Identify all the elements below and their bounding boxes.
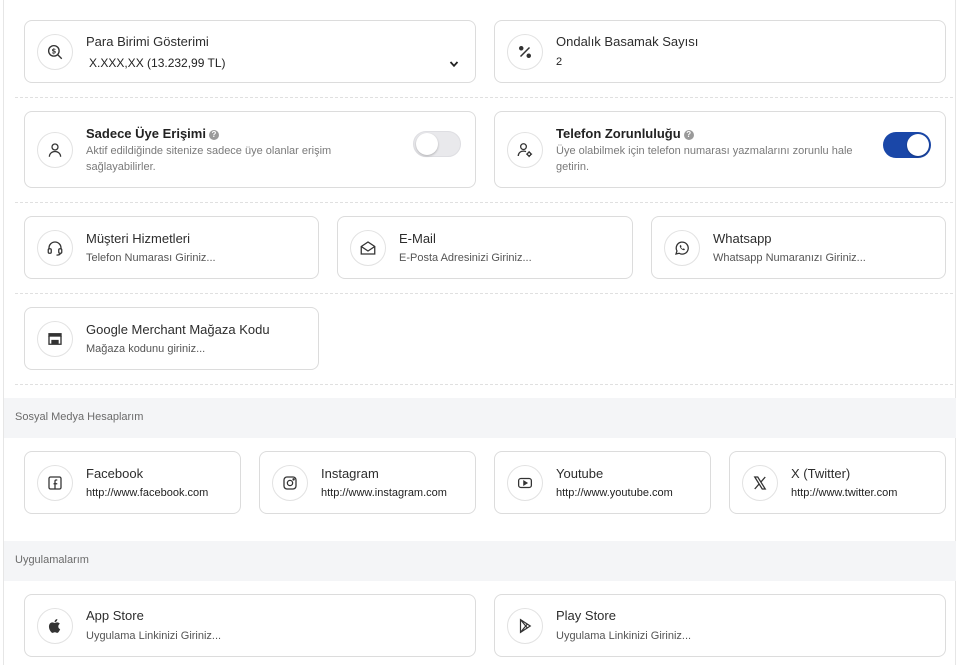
help-icon[interactable]: ? bbox=[208, 130, 219, 140]
phone-required-card: Telefon Zorunluluğu? Üye olabilmek için … bbox=[494, 111, 946, 188]
facebook-title: Facebook bbox=[86, 466, 144, 481]
mail-open-icon bbox=[350, 229, 386, 266]
phone-required-description: Üye olabilmek için telefon numarası yazm… bbox=[556, 145, 853, 173]
customer-service-field[interactable]: Müşteri Hizmetleri Telefon Numarası Giri… bbox=[24, 216, 319, 279]
social-section-header: Sosyal Medya Hesaplarım bbox=[4, 398, 956, 438]
currency-format-select[interactable]: $ Para Birimi Gösterimi X.XXX,XX (13.232… bbox=[24, 20, 476, 83]
member-access-toggle[interactable] bbox=[413, 131, 461, 157]
help-icon[interactable]: ? bbox=[683, 130, 694, 140]
svg-text:$: $ bbox=[52, 47, 57, 55]
x-twitter-icon bbox=[742, 464, 778, 501]
toggle-knob bbox=[907, 134, 929, 156]
currency-title: Para Birimi Gösterimi bbox=[86, 34, 209, 49]
member-access-description: Aktif edildiğinde sitenize sadece üye ol… bbox=[86, 145, 332, 173]
headset-icon bbox=[37, 229, 73, 266]
member-access-title: Sadece Üye Erişimi? bbox=[86, 126, 219, 141]
decimal-value[interactable]: 2 bbox=[556, 56, 562, 68]
currency-value: X.XXX,XX (13.232,99 TL) bbox=[89, 56, 226, 70]
google-merchant-field[interactable]: Google Merchant Mağaza Kodu Mağaza kodun… bbox=[24, 307, 319, 370]
facebook-field[interactable]: Facebook http://www.facebook.com bbox=[24, 451, 241, 514]
decimal-places-field[interactable]: Ondalık Basamak Sayısı 2 bbox=[494, 20, 946, 83]
member-access-card: Sadece Üye Erişimi? Aktif edildiğinde si… bbox=[24, 111, 476, 188]
app-store-input[interactable]: Uygulama Linkinizi Giriniz... bbox=[86, 630, 221, 642]
customer-service-input[interactable]: Telefon Numarası Giriniz... bbox=[86, 252, 216, 264]
twitter-title: X (Twitter) bbox=[791, 466, 851, 481]
app-store-title: App Store bbox=[86, 608, 144, 623]
twitter-field[interactable]: X (Twitter) http://www.twitter.com bbox=[729, 451, 946, 514]
instagram-icon bbox=[272, 464, 308, 501]
instagram-input[interactable]: http://www.instagram.com bbox=[321, 487, 447, 499]
phone-required-toggle[interactable] bbox=[883, 132, 931, 158]
instagram-field[interactable]: Instagram http://www.instagram.com bbox=[259, 451, 476, 514]
apple-icon bbox=[37, 607, 73, 644]
twitter-input[interactable]: http://www.twitter.com bbox=[791, 487, 897, 499]
divider bbox=[15, 384, 953, 385]
chevron-down-icon[interactable] bbox=[449, 59, 459, 69]
youtube-title: Youtube bbox=[556, 466, 604, 481]
social-section-label: Sosyal Medya Hesaplarım bbox=[15, 411, 144, 423]
whatsapp-title: Whatsapp bbox=[713, 231, 772, 246]
email-field[interactable]: E-Mail E-Posta Adresinizi Giriniz... bbox=[337, 216, 633, 279]
divider bbox=[15, 293, 953, 294]
customer-service-title: Müşteri Hizmetleri bbox=[86, 231, 191, 246]
phone-required-title: Telefon Zorunluluğu? bbox=[556, 126, 694, 141]
whatsapp-input[interactable]: Whatsapp Numaranızı Giriniz... bbox=[713, 252, 866, 264]
play-store-field[interactable]: Play Store Uygulama Linkinizi Giriniz... bbox=[494, 594, 946, 657]
app-store-field[interactable]: App Store Uygulama Linkinizi Giriniz... bbox=[24, 594, 476, 657]
youtube-icon bbox=[507, 464, 543, 501]
email-input[interactable]: E-Posta Adresinizi Giriniz... bbox=[399, 252, 532, 264]
decimal-title: Ondalık Basamak Sayısı bbox=[556, 34, 699, 49]
facebook-icon bbox=[37, 464, 73, 501]
apps-section-label: Uygulamalarım bbox=[15, 554, 89, 566]
percent-icon bbox=[507, 33, 543, 70]
play-store-icon bbox=[507, 607, 543, 644]
divider bbox=[15, 202, 953, 203]
divider bbox=[15, 97, 953, 98]
facebook-input[interactable]: http://www.facebook.com bbox=[86, 487, 208, 499]
instagram-title: Instagram bbox=[321, 466, 379, 481]
google-merchant-title: Google Merchant Mağaza Kodu bbox=[86, 322, 270, 337]
user-settings-icon bbox=[507, 131, 543, 168]
user-icon bbox=[37, 131, 73, 168]
whatsapp-icon bbox=[664, 229, 700, 266]
toggle-knob bbox=[416, 133, 438, 155]
email-title: E-Mail bbox=[399, 231, 436, 246]
store-icon bbox=[37, 320, 73, 357]
play-store-title: Play Store bbox=[556, 608, 616, 623]
whatsapp-field[interactable]: Whatsapp Whatsapp Numaranızı Giriniz... bbox=[651, 216, 946, 279]
currency-search-icon: $ bbox=[37, 33, 73, 70]
youtube-field[interactable]: Youtube http://www.youtube.com bbox=[494, 451, 711, 514]
youtube-input[interactable]: http://www.youtube.com bbox=[556, 487, 673, 499]
apps-section-header: Uygulamalarım bbox=[4, 541, 956, 581]
google-merchant-input[interactable]: Mağaza kodunu giriniz... bbox=[86, 343, 205, 355]
play-store-input[interactable]: Uygulama Linkinizi Giriniz... bbox=[556, 630, 691, 642]
